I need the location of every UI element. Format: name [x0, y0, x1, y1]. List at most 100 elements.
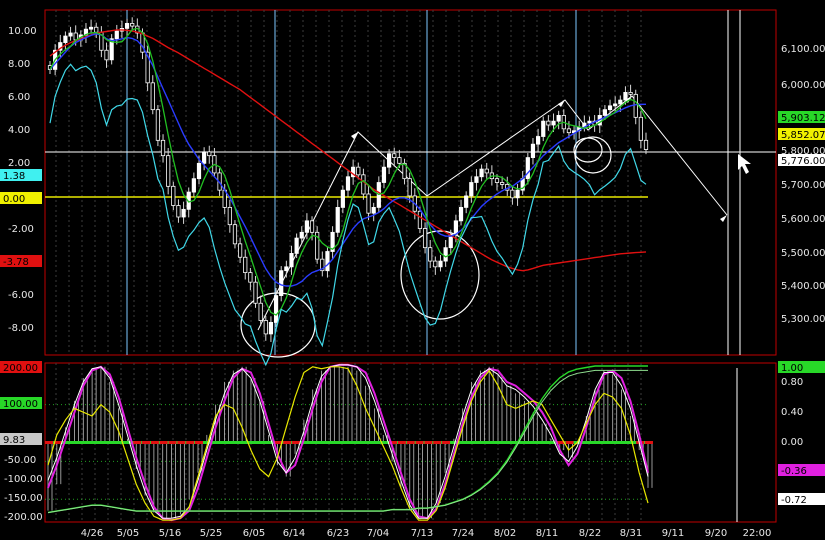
left-axis-tick-label: 10.00: [8, 26, 37, 37]
candle: [623, 92, 628, 101]
candle: [464, 195, 469, 208]
arrow-head: [351, 132, 358, 139]
left-yellow-badge: 0.00: [3, 194, 25, 205]
x-axis-tick-label: 6/23: [327, 528, 349, 539]
osc-right-magenta-badge: -0.36: [781, 466, 807, 477]
highlight-circle: [573, 137, 603, 163]
candle: [273, 295, 279, 323]
candle: [335, 207, 340, 233]
candle: [541, 120, 546, 137]
candle: [515, 189, 520, 199]
highlight-circle: [400, 230, 480, 320]
highlight-circle: [574, 136, 612, 174]
osc-right-axis-tick-label: 0.80: [781, 377, 803, 388]
candle: [253, 281, 258, 304]
candle: [525, 157, 530, 180]
left-axis-tick-label: -6.00: [8, 290, 34, 301]
x-axis-tick-label: 6/05: [243, 528, 265, 539]
candle: [474, 176, 479, 183]
candle: [407, 178, 412, 197]
right-white-badge: 5,776.00: [781, 156, 825, 167]
candle: [130, 23, 135, 27]
candle: [279, 270, 284, 296]
candle: [397, 157, 402, 164]
candle: [356, 166, 361, 176]
candle: [530, 143, 536, 158]
osc-right-green-badge: 1.00: [781, 363, 803, 374]
osc-right-white-badge: -0.72: [781, 495, 807, 506]
x-axis-tick-label: 8/02: [494, 528, 516, 539]
x-axis-tick-label: 8/31: [620, 528, 642, 539]
candle: [551, 120, 556, 126]
osc-left-green-badge: 100.00: [3, 399, 38, 410]
left-cyan-badge: 1.38: [3, 171, 25, 182]
x-axis-tick-label: 8/22: [579, 528, 601, 539]
candle: [422, 228, 428, 249]
candle: [104, 49, 109, 61]
candle: [500, 182, 505, 185]
x-axis-tick-label: 9/20: [705, 528, 727, 539]
candle: [494, 178, 500, 183]
osc-left-red-badge: 200.00: [3, 363, 38, 374]
candle: [299, 231, 304, 239]
x-axis-tick-label: 8/11: [536, 528, 558, 539]
series-layer: [45, 17, 653, 522]
candle: [566, 128, 572, 134]
candle: [469, 182, 474, 197]
left-red-badge: -3.78: [3, 257, 29, 268]
candle: [428, 247, 433, 262]
candle: [191, 178, 196, 193]
candle: [587, 120, 592, 124]
candle: [263, 320, 268, 335]
candle: [309, 220, 315, 233]
candle: [238, 243, 243, 258]
candle: [325, 251, 330, 272]
x-axis-tick-label: 7/04: [367, 528, 389, 539]
cyan-indicator-line: [49, 63, 647, 367]
candle: [633, 93, 638, 118]
candle: [607, 105, 613, 111]
candle: [294, 237, 299, 254]
candle: [304, 220, 309, 233]
candle: [124, 23, 130, 29]
candle: [361, 174, 366, 195]
candle: [73, 32, 78, 41]
candle: [536, 136, 541, 145]
candle: [289, 253, 294, 268]
candle: [443, 247, 448, 262]
candle: [94, 26, 99, 33]
right-axis-tick-label: 5,600.00: [781, 214, 825, 225]
right-axis-tick-label: 5,500.00: [781, 248, 825, 259]
candle: [556, 115, 561, 122]
candle: [387, 153, 392, 168]
osc-left-axis-tick-label: -100.00: [4, 474, 43, 485]
candle: [155, 109, 160, 141]
candle: [196, 162, 202, 180]
candle: [160, 139, 166, 157]
candle: [458, 207, 464, 222]
blue-moving-average: [49, 33, 646, 287]
candle: [176, 205, 181, 218]
arrow-head: [720, 215, 727, 222]
candle: [268, 322, 274, 335]
x-axis-tick-label: 5/25: [200, 528, 222, 539]
candle: [643, 139, 649, 150]
stock-chart: 10.008.006.004.002.000.00-2.00-4.00-6.00…: [0, 9, 825, 539]
candle: [628, 92, 633, 95]
candle: [227, 207, 232, 226]
right-axis-tick-label: 5,300.00: [781, 314, 825, 325]
candle: [340, 189, 345, 208]
candle: [602, 109, 607, 116]
candle: [618, 99, 623, 105]
osc-left-axis-tick-label: -150.00: [4, 493, 43, 504]
x-axis-tick-label: 7/24: [452, 528, 474, 539]
osc-left-axis-tick-label: -200.00: [4, 512, 43, 523]
x-axis-tick-label: 5/16: [159, 528, 181, 539]
x-axis-tick-label: 6/14: [283, 528, 305, 539]
candle: [181, 208, 186, 218]
candle: [438, 260, 443, 268]
candle: [171, 185, 176, 206]
candle: [433, 260, 438, 268]
arrow-head: [558, 100, 565, 107]
x-axis-tick-label: 22:00: [743, 528, 772, 539]
